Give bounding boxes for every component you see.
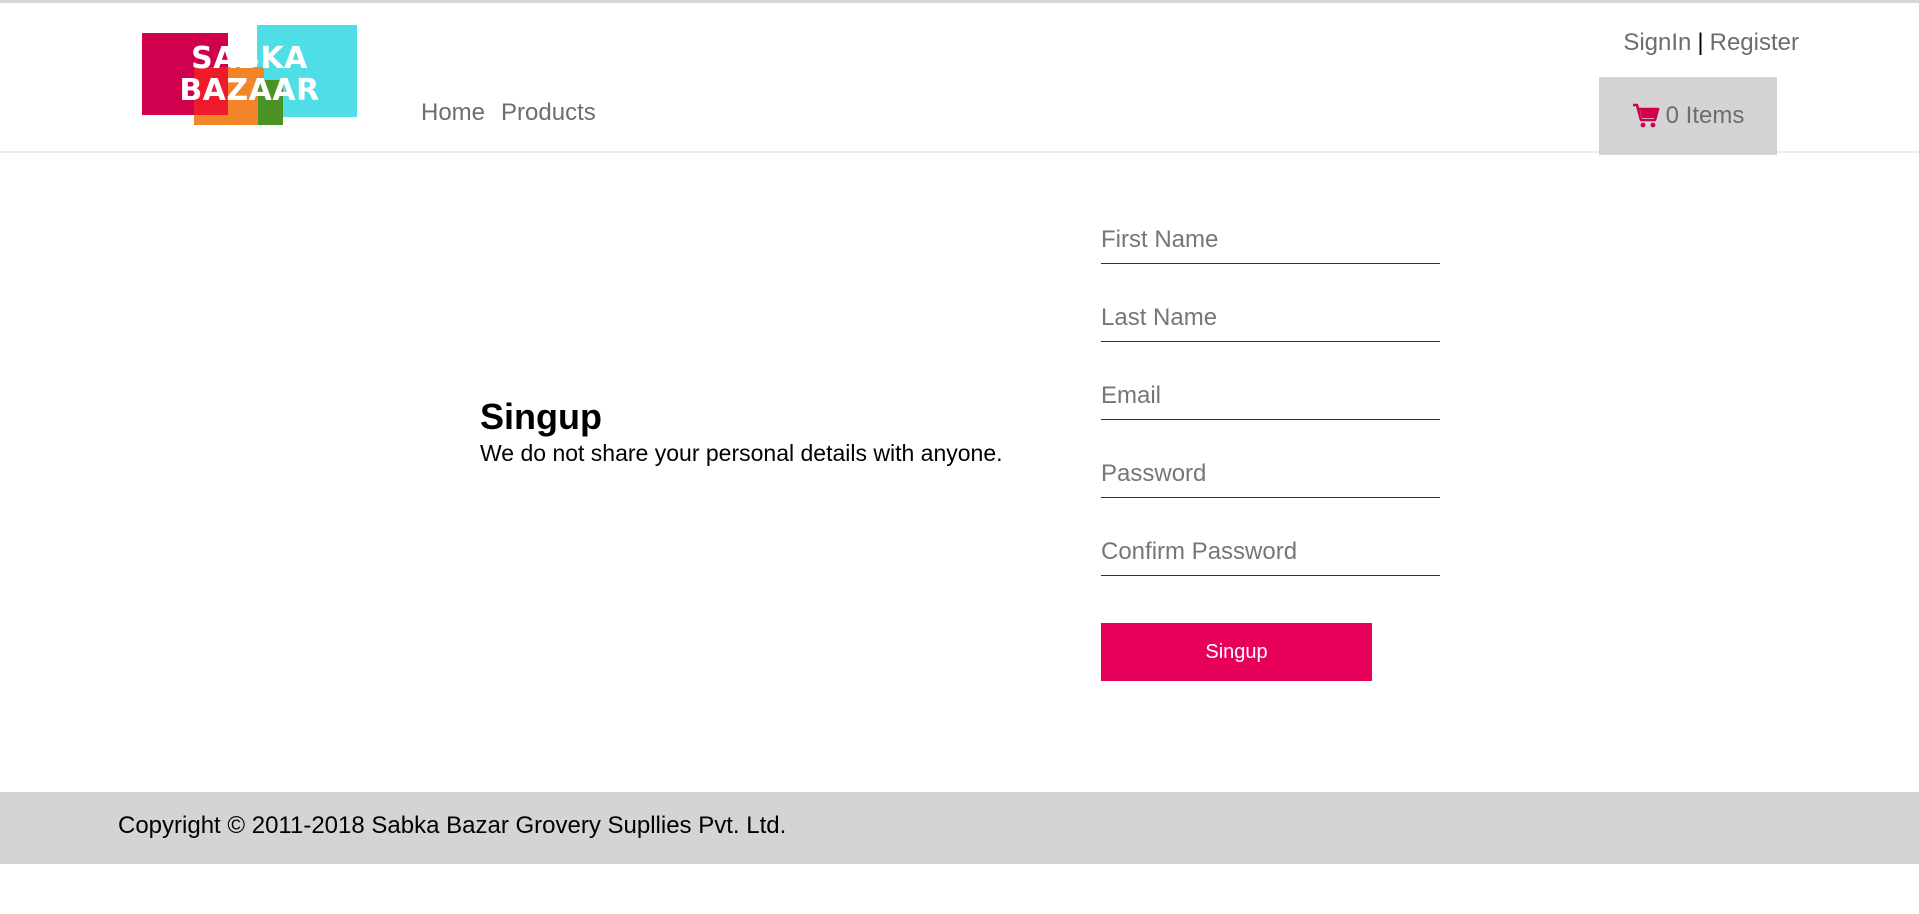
sabka-bazaar-logo[interactable]: SABKA BAZAAR: [142, 25, 357, 126]
page-title: Singup: [480, 396, 602, 437]
signup-form: [1101, 206, 1440, 596]
cart-button[interactable]: 0 Items: [1599, 77, 1777, 155]
logo-text-line2: BAZAAR: [179, 73, 320, 108]
site-header: SABKA BAZAAR Home Products SignIn | Regist…: [0, 0, 1919, 155]
page-subtitle: We do not share your personal details wi…: [480, 440, 1003, 466]
site-footer: Copyright © 2011-2018 Sabka Bazar Grover…: [0, 792, 1919, 864]
email-field-wrapper: [1101, 362, 1440, 440]
logo-text-line1: SABKA: [191, 41, 308, 76]
cart-items-label: 0 Items: [1665, 102, 1745, 129]
auth-links: SignIn | Register: [1623, 29, 1799, 57]
register-link[interactable]: Register: [1710, 29, 1799, 56]
copyright-text: Copyright © 2011-2018 Sabka Bazar Grover…: [118, 812, 787, 839]
password-input[interactable]: [1101, 450, 1440, 498]
page: SABKA BAZAAR Home Products SignIn | Regist…: [0, 0, 1919, 914]
logo-text: SABKA BAZAAR: [142, 43, 357, 107]
first-name-input[interactable]: [1101, 216, 1440, 264]
shopping-cart-icon: [1632, 103, 1659, 128]
main-nav: Home Products: [421, 99, 596, 127]
signin-link[interactable]: SignIn: [1623, 29, 1691, 56]
confirm-password-field-wrapper: [1101, 518, 1440, 596]
first-name-field-wrapper: [1101, 206, 1440, 284]
nav-products-link[interactable]: Products: [501, 99, 596, 127]
last-name-input[interactable]: [1101, 294, 1440, 342]
password-field-wrapper: [1101, 440, 1440, 518]
nav-home-link[interactable]: Home: [421, 99, 485, 127]
last-name-field-wrapper: [1101, 284, 1440, 362]
signup-button[interactable]: Singup: [1101, 623, 1372, 681]
auth-separator: |: [1697, 29, 1704, 56]
signup-intro: Singup We do not share your personal det…: [480, 396, 1003, 467]
confirm-password-input[interactable]: [1101, 528, 1440, 576]
email-input[interactable]: [1101, 372, 1440, 420]
